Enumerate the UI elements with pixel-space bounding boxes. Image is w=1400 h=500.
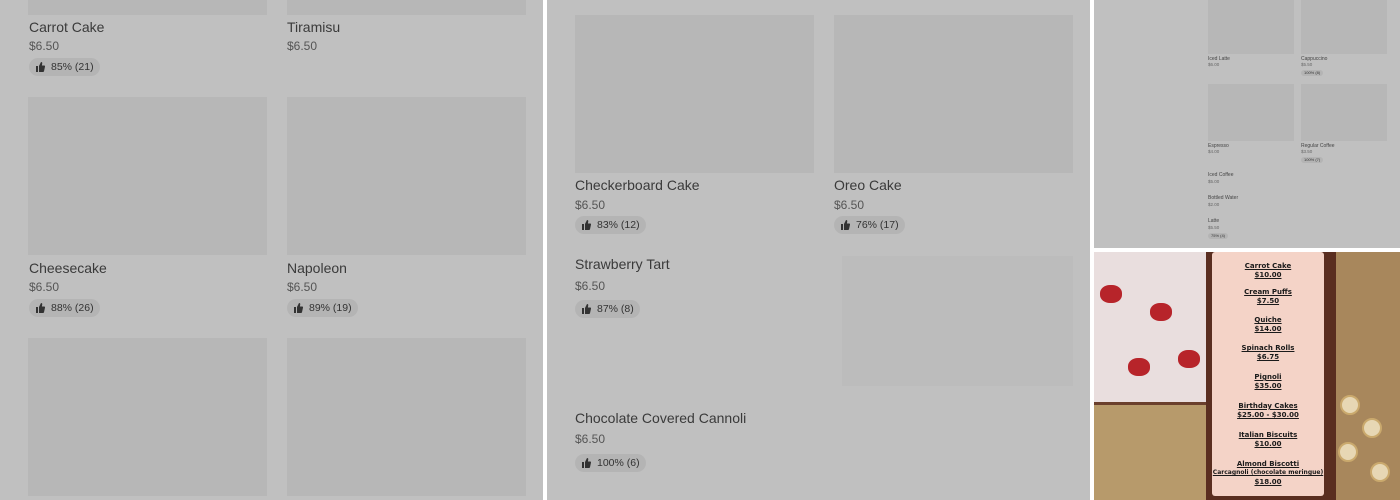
- thumbs-up-icon: [36, 62, 45, 72]
- item-name[interactable]: Bottled Water: [1208, 195, 1238, 201]
- item-price: $6.00: [1208, 62, 1220, 67]
- menu-price: $25.00 - $30.00: [1237, 411, 1299, 419]
- checkerboard-cake-image[interactable]: [575, 15, 814, 173]
- tiramisu-image[interactable]: [287, 0, 526, 15]
- item-name[interactable]: Oreo Cake: [834, 177, 902, 193]
- menu-price: $7.50: [1256, 297, 1280, 305]
- napoleon-image[interactable]: [287, 97, 526, 255]
- menu-price: $10.00: [1254, 440, 1282, 448]
- rating-badge: 88% (26): [29, 299, 100, 317]
- rating-badge: 100% (6): [575, 454, 646, 472]
- rating-text: 88% (26): [51, 302, 94, 314]
- carrot-cake-image[interactable]: [28, 0, 267, 15]
- item-name[interactable]: Strawberry Tart: [575, 256, 670, 272]
- item-name[interactable]: Checkerboard Cake: [575, 177, 700, 193]
- rating-badge: 89% (19): [287, 299, 358, 317]
- thumbs-up-icon: [36, 303, 45, 313]
- cookie: [1338, 442, 1358, 462]
- regular-coffee-image[interactable]: [1301, 84, 1387, 141]
- cheesecake-image[interactable]: [28, 97, 267, 255]
- cookie: [1340, 395, 1360, 415]
- strawberry-decoration: [1128, 358, 1150, 376]
- item-price: $3.50: [1301, 149, 1313, 154]
- thumbs-up-icon: [582, 220, 591, 230]
- menu-item: Almond Biscotti: [1236, 460, 1300, 468]
- oreo-cake-image[interactable]: [834, 15, 1073, 173]
- item-price: $2.00: [1208, 202, 1220, 207]
- item-price: $6.50: [575, 279, 606, 293]
- item-name[interactable]: Chocolate Covered Cannoli: [575, 410, 746, 426]
- item-price: $6.50: [575, 432, 606, 446]
- item-price: $6.50: [287, 280, 318, 294]
- item-price: $6.50: [287, 39, 318, 53]
- thumbs-up-icon: [841, 220, 850, 230]
- rating-text: 83% (12): [597, 219, 640, 231]
- item-image[interactable]: [287, 338, 526, 496]
- menu-price: $10.00: [1254, 271, 1282, 279]
- menu-item: Cream Puffs: [1244, 288, 1292, 296]
- rating-badge: 85% (21): [29, 58, 100, 76]
- menu-item: Spinach Rolls: [1241, 344, 1295, 352]
- menu-item: Carcagnoli (chocolate meringue): [1212, 469, 1324, 476]
- menu-item: Pignoli: [1254, 373, 1282, 381]
- menu-item: Birthday Cakes: [1238, 402, 1298, 410]
- menu-item: Italian Biscuits: [1238, 431, 1298, 439]
- thumbs-up-icon: [582, 304, 591, 314]
- rating-text: 87% (8): [597, 303, 634, 315]
- item-name[interactable]: Napoleon: [287, 260, 347, 276]
- rating-text: 100% (6): [597, 457, 640, 469]
- menu-item: Quiche: [1254, 316, 1282, 324]
- item-price: $5.50: [1208, 225, 1220, 230]
- strawberry-decoration: [1100, 285, 1122, 303]
- cookie: [1362, 418, 1382, 438]
- item-price: $4.00: [1208, 149, 1220, 154]
- menu-panel-left: Carrot Cake $6.50 85% (21) Tiramisu $6.5…: [0, 0, 543, 500]
- strawberry-tart-image[interactable]: [842, 256, 1073, 386]
- strawberry-decoration: [1178, 350, 1200, 368]
- item-price: $5.00: [1208, 179, 1220, 184]
- item-name[interactable]: Cheesecake: [29, 260, 107, 276]
- item-name[interactable]: Latte: [1208, 218, 1219, 224]
- iced-latte-image[interactable]: [1208, 0, 1294, 54]
- cookie: [1370, 462, 1390, 482]
- espresso-image[interactable]: [1208, 84, 1294, 141]
- item-name[interactable]: Tiramisu: [287, 19, 340, 35]
- menu-price: $35.00: [1254, 382, 1282, 390]
- menu-price: $6.75: [1256, 353, 1280, 361]
- cookie-tray-left: [1094, 405, 1206, 500]
- cappuccino-image[interactable]: [1301, 0, 1387, 54]
- rating-badge: 87% (8): [575, 300, 640, 318]
- rating-badge: 100% (8): [1301, 70, 1324, 76]
- menu-item: Carrot Cake: [1244, 262, 1292, 270]
- menu-price: $18.00: [1254, 478, 1282, 486]
- rating-badge: 75% (4): [1208, 233, 1229, 239]
- rating-badge: 83% (12): [575, 216, 646, 234]
- item-price: $6.50: [575, 198, 606, 212]
- item-price: $6.50: [29, 280, 60, 294]
- strawberry-cake-photo: [1094, 252, 1206, 402]
- thumbs-up-icon: [294, 303, 303, 313]
- rating-badge: 76% (17): [834, 216, 905, 234]
- rating-text: 89% (19): [309, 302, 352, 314]
- item-image[interactable]: [28, 338, 267, 496]
- cookie-tray-right: [1330, 252, 1400, 500]
- item-price: $5.50: [1301, 62, 1313, 67]
- rating-text: 85% (21): [51, 61, 94, 73]
- item-price: $6.50: [834, 198, 865, 212]
- thumbs-up-icon: [582, 458, 591, 468]
- strawberry-decoration: [1150, 303, 1172, 321]
- menu-price: $14.00: [1254, 325, 1282, 333]
- rating-text: 76% (17): [856, 219, 899, 231]
- menu-panel-middle: Checkerboard Cake $6.50 83% (12) Oreo Ca…: [547, 0, 1090, 500]
- item-name[interactable]: Carrot Cake: [29, 19, 104, 35]
- item-price: $6.50: [29, 39, 60, 53]
- item-name[interactable]: Iced Coffee: [1208, 172, 1233, 178]
- rating-badge: 100% (7): [1301, 157, 1324, 163]
